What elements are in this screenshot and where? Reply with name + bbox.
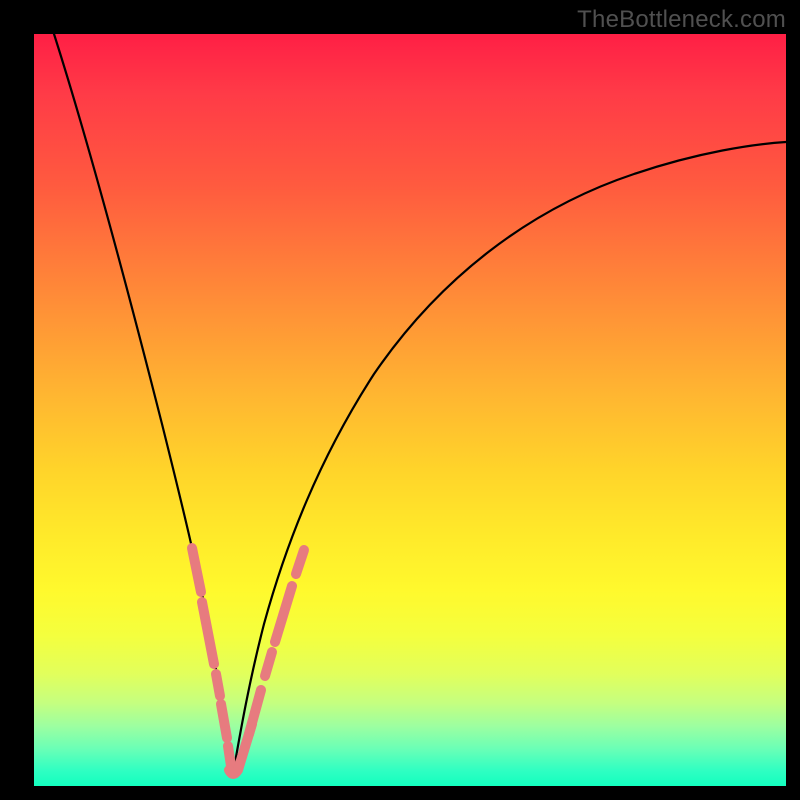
segment-r4 bbox=[296, 550, 304, 574]
segment-r3 bbox=[275, 586, 292, 642]
curve-layer bbox=[34, 34, 786, 786]
plot-area bbox=[34, 34, 786, 786]
curve-left-branch bbox=[54, 34, 233, 774]
segment-l3 bbox=[216, 674, 220, 696]
segment-l1 bbox=[192, 548, 201, 592]
segment-l4 bbox=[221, 704, 227, 738]
watermark-text: TheBottleneck.com bbox=[577, 6, 786, 34]
segment-r1 bbox=[249, 690, 261, 734]
segment-l5 bbox=[228, 746, 231, 766]
chart-frame: TheBottleneck.com bbox=[0, 0, 800, 800]
highlight-group bbox=[192, 548, 304, 774]
segment-r2 bbox=[265, 652, 272, 676]
segment-l2 bbox=[202, 602, 214, 664]
curve-right-branch bbox=[233, 142, 786, 774]
